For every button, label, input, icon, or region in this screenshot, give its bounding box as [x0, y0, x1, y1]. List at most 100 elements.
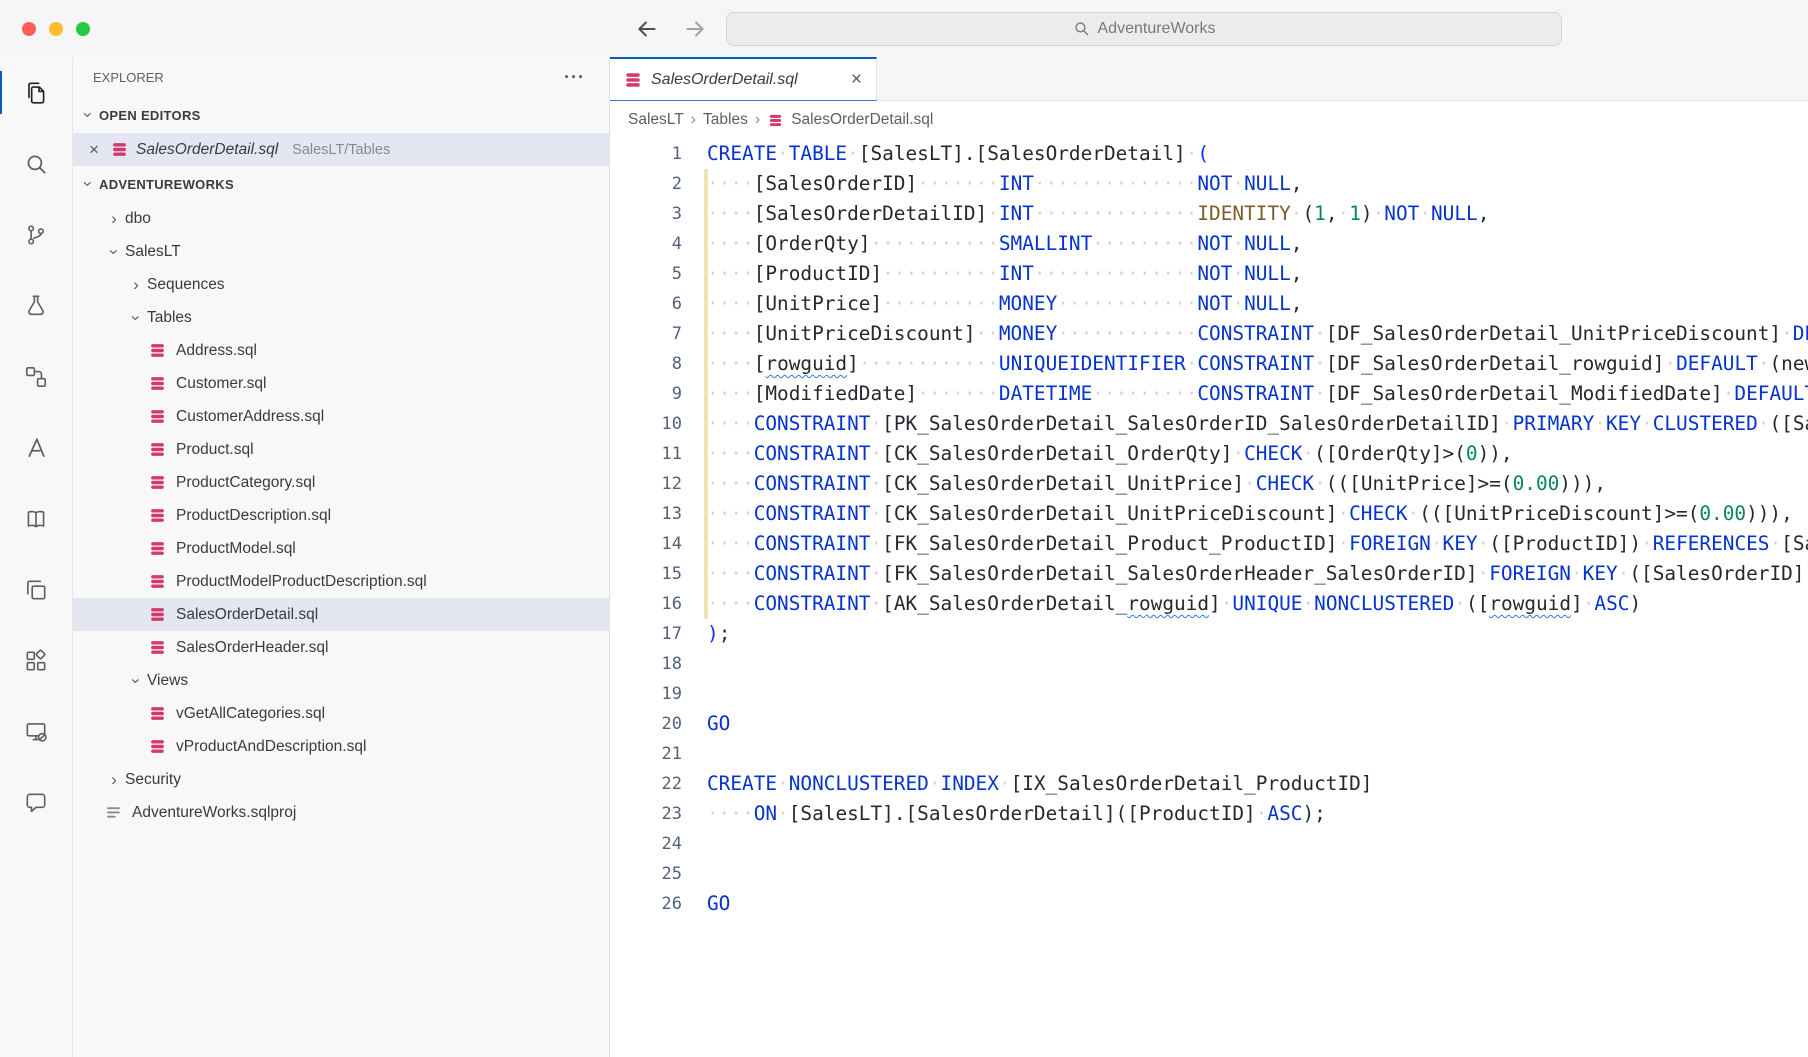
code-line-23[interactable]: 23····ON·[SalesLT].[SalesOrderDetail]([P…	[610, 799, 1808, 829]
tree-item-dbo[interactable]: ›dbo	[73, 202, 609, 235]
activity-remote-explorer[interactable]	[0, 696, 72, 767]
back-arrow-icon[interactable]	[634, 16, 660, 42]
activity-extensions[interactable]	[0, 625, 72, 696]
tree-item-tables[interactable]: ›Tables	[73, 301, 609, 334]
zoom-window-button[interactable]	[76, 22, 90, 36]
tree-item-productmodelproductdescription-sql[interactable]: ProductModelProductDescription.sql	[73, 565, 609, 598]
line-number[interactable]: 9	[610, 379, 682, 409]
code-line-10[interactable]: 10····CONSTRAINT·[PK_SalesOrderDetail_Sa…	[610, 409, 1808, 439]
line-number[interactable]: 16	[610, 589, 682, 619]
code-line-1[interactable]: 1CREATE·TABLE·[SalesLT].[SalesOrderDetai…	[610, 139, 1808, 169]
line-number[interactable]: 18	[610, 649, 682, 679]
line-number[interactable]: 14	[610, 529, 682, 559]
code-line-2[interactable]: 2····[SalesOrderID]·······INT···········…	[610, 169, 1808, 199]
code-line-18[interactable]: 18	[610, 649, 1808, 679]
activity-run-debug[interactable]	[0, 270, 72, 341]
line-number[interactable]: 21	[610, 739, 682, 769]
tree-item-saleslt[interactable]: ›SalesLT	[73, 235, 609, 268]
activity-search[interactable]	[0, 128, 72, 199]
code-line-26[interactable]: 26GO	[610, 889, 1808, 919]
activity-explorer[interactable]	[0, 57, 72, 128]
chevron-right-icon[interactable]: ›	[105, 209, 123, 229]
chevron-down-icon[interactable]: ›	[126, 309, 146, 327]
code-line-13[interactable]: 13····CONSTRAINT·[CK_SalesOrderDetail_Un…	[610, 499, 1808, 529]
tree-item-productmodel-sql[interactable]: ProductModel.sql	[73, 532, 609, 565]
line-number[interactable]: 10	[610, 409, 682, 439]
code-line-16[interactable]: 16····CONSTRAINT·[AK_SalesOrderDetail_ro…	[610, 589, 1808, 619]
minimize-window-button[interactable]	[49, 22, 63, 36]
tree-item-sequences[interactable]: ›Sequences	[73, 268, 609, 301]
open-editor-item-salesorderdetail-sql[interactable]: ×SalesOrderDetail.sqlSalesLT/Tables	[73, 133, 609, 166]
chevron-right-icon[interactable]: ›	[105, 770, 123, 790]
project-section-header[interactable]: › ADVENTUREWORKS	[73, 166, 609, 202]
code-line-20[interactable]: 20GO	[610, 709, 1808, 739]
line-number[interactable]: 5	[610, 259, 682, 289]
more-actions-icon[interactable]: ···	[564, 67, 585, 88]
code-line-21[interactable]: 21	[610, 739, 1808, 769]
activity-azure[interactable]	[0, 412, 72, 483]
tree-item-address-sql[interactable]: Address.sql	[73, 334, 609, 367]
chevron-right-icon[interactable]: ›	[127, 275, 145, 295]
code-line-9[interactable]: 9····[ModifiedDate]·······DATETIME······…	[610, 379, 1808, 409]
activity-database-projects[interactable]	[0, 341, 72, 412]
tree-item-productcategory-sql[interactable]: ProductCategory.sql	[73, 466, 609, 499]
line-number[interactable]: 7	[610, 319, 682, 349]
breadcrumb-file[interactable]: SalesOrderDetail.sql	[791, 111, 933, 129]
code-line-11[interactable]: 11····CONSTRAINT·[CK_SalesOrderDetail_Or…	[610, 439, 1808, 469]
code-line-12[interactable]: 12····CONSTRAINT·[CK_SalesOrderDetail_Un…	[610, 469, 1808, 499]
line-number[interactable]: 8	[610, 349, 682, 379]
line-number[interactable]: 1	[610, 139, 682, 169]
activity-notebooks[interactable]	[0, 483, 72, 554]
tree-item-salesorderheader-sql[interactable]: SalesOrderHeader.sql	[73, 631, 609, 664]
line-number[interactable]: 19	[610, 679, 682, 709]
code-line-8[interactable]: 8····[rowguid]············UNIQUEIDENTIFI…	[610, 349, 1808, 379]
line-number[interactable]: 25	[610, 859, 682, 889]
breadcrumb-schema[interactable]: SalesLT	[628, 111, 684, 129]
activity-duplicate[interactable]	[0, 554, 72, 625]
open-editors-header[interactable]: › OPEN EDITORS	[73, 97, 609, 133]
line-number[interactable]: 20	[610, 709, 682, 739]
line-number[interactable]: 6	[610, 289, 682, 319]
line-number[interactable]: 3	[610, 199, 682, 229]
line-number[interactable]: 12	[610, 469, 682, 499]
chevron-down-icon[interactable]: ›	[104, 243, 124, 261]
line-number[interactable]: 15	[610, 559, 682, 589]
code-line-24[interactable]: 24	[610, 829, 1808, 859]
line-number[interactable]: 23	[610, 799, 682, 829]
code-line-3[interactable]: 3····[SalesOrderDetailID]·INT···········…	[610, 199, 1808, 229]
tree-item-vproductanddescription-sql[interactable]: vProductAndDescription.sql	[73, 730, 609, 763]
code-line-19[interactable]: 19	[610, 679, 1808, 709]
code-line-7[interactable]: 7····[UnitPriceDiscount]··MONEY·········…	[610, 319, 1808, 349]
activity-source-control[interactable]	[0, 199, 72, 270]
activity-chat[interactable]	[0, 767, 72, 838]
code-line-6[interactable]: 6····[UnitPrice]··········MONEY·········…	[610, 289, 1808, 319]
tree-item-adventureworks-sqlproj[interactable]: AdventureWorks.sqlproj	[73, 796, 609, 829]
chevron-down-icon[interactable]: ›	[126, 672, 146, 690]
line-number[interactable]: 4	[610, 229, 682, 259]
tree-item-productdescription-sql[interactable]: ProductDescription.sql	[73, 499, 609, 532]
code-line-22[interactable]: 22CREATE·NONCLUSTERED·INDEX·[IX_SalesOrd…	[610, 769, 1808, 799]
code-line-4[interactable]: 4····[OrderQty]···········SMALLINT······…	[610, 229, 1808, 259]
code-line-25[interactable]: 25	[610, 859, 1808, 889]
code-line-17[interactable]: 17);	[610, 619, 1808, 649]
tree-item-customer-sql[interactable]: Customer.sql	[73, 367, 609, 400]
command-center[interactable]: AdventureWorks	[726, 12, 1562, 46]
code-line-5[interactable]: 5····[ProductID]··········INT···········…	[610, 259, 1808, 289]
line-number[interactable]: 2	[610, 169, 682, 199]
line-number[interactable]: 13	[610, 499, 682, 529]
tree-item-security[interactable]: ›Security	[73, 763, 609, 796]
breadcrumb-folder[interactable]: Tables	[703, 111, 748, 129]
line-number[interactable]: 22	[610, 769, 682, 799]
tree-item-customeraddress-sql[interactable]: CustomerAddress.sql	[73, 400, 609, 433]
forward-arrow-icon[interactable]	[682, 16, 708, 42]
line-number[interactable]: 11	[610, 439, 682, 469]
code-line-15[interactable]: 15····CONSTRAINT·[FK_SalesOrderDetail_Sa…	[610, 559, 1808, 589]
close-icon[interactable]: ×	[851, 70, 862, 89]
line-number[interactable]: 24	[610, 829, 682, 859]
close-window-button[interactable]	[22, 22, 36, 36]
tree-item-salesorderdetail-sql[interactable]: SalesOrderDetail.sql	[73, 598, 609, 631]
tree-item-views[interactable]: ›Views	[73, 664, 609, 697]
tree-item-vgetallcategories-sql[interactable]: vGetAllCategories.sql	[73, 697, 609, 730]
code-area[interactable]: 1CREATE·TABLE·[SalesLT].[SalesOrderDetai…	[610, 139, 1808, 1057]
code-line-14[interactable]: 14····CONSTRAINT·[FK_SalesOrderDetail_Pr…	[610, 529, 1808, 559]
